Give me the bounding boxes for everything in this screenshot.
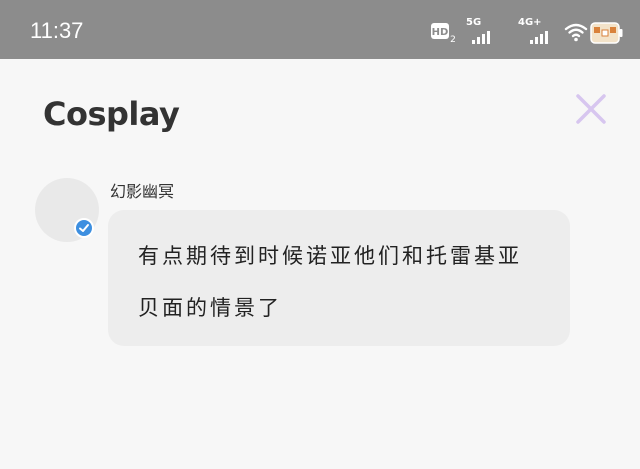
page-title: Cosplay (43, 95, 180, 133)
message-bubble[interactable]: 有点期待到时候诺亚他们和托雷基亚贝面的情景了 (108, 210, 570, 346)
hd-label: HD (432, 27, 449, 38)
message-text: 有点期待到时候诺亚他们和托雷基亚贝面的情景了 (138, 244, 522, 320)
close-icon (576, 94, 606, 124)
signal-4g-label: 4G+ (518, 17, 542, 28)
status-icons: HD 2 5G 4G+ (430, 17, 623, 48)
verified-badge (74, 218, 94, 238)
hd-sub-label: 2 (450, 35, 456, 44)
battery-icon (590, 20, 624, 46)
signal-5g-label: 5G (466, 17, 482, 28)
hd-voice-icon: HD 2 (430, 20, 458, 45)
wifi-icon (564, 20, 588, 44)
username[interactable]: 幻影幽冥 (110, 178, 174, 202)
signal-bars (472, 30, 494, 44)
signal-bars (530, 30, 552, 44)
close-button[interactable] (574, 92, 608, 126)
status-time: 11:37 (30, 18, 84, 43)
status-bar: 11:37 HD 2 5G 4G+ (0, 0, 640, 59)
cell-signal-5g-icon: 5G (466, 17, 502, 46)
checkmark-icon (79, 224, 89, 232)
cell-signal-4g-icon: 4G+ (518, 17, 558, 46)
